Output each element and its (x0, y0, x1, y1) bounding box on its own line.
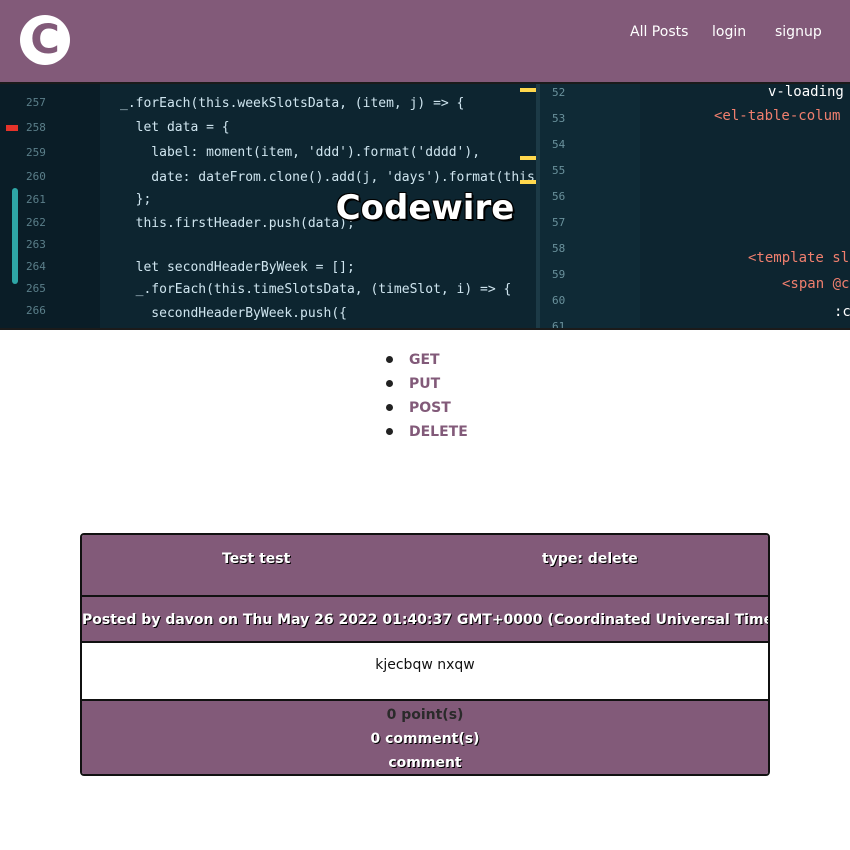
line-number: 58 (552, 242, 566, 255)
code-line: _.forEach(this.weekSlotsData, (item, j) … (120, 96, 465, 111)
line-number: 60 (552, 294, 566, 307)
logo[interactable]: C (20, 15, 70, 65)
nav-login-link[interactable]: login (712, 24, 746, 40)
method-put-link[interactable]: PUT (385, 374, 468, 398)
code-line: v-loading (768, 84, 844, 100)
line-number: 264 (26, 260, 46, 273)
post-header: Test test type: delete (82, 535, 768, 597)
code-line: secondHeaderByWeek.push({ (120, 306, 347, 321)
line-number: 53 (552, 112, 566, 125)
minimap-highlight (520, 156, 536, 160)
code-line: _.forEach(this.timeSlotsData, (timeSlot,… (120, 282, 512, 297)
nav-all-posts-link[interactable]: All Posts (630, 24, 688, 40)
code-line: :c (834, 304, 850, 320)
line-number: 54 (552, 138, 566, 151)
code-line: <template sl (748, 250, 850, 266)
comment-button[interactable]: comment (82, 751, 768, 774)
post-comment-count: 0 comment(s) (370, 731, 480, 747)
post-body: kjecbqw nxqw (82, 643, 768, 701)
post-footer: 0 point(s) 0 comment(s) comment (82, 701, 768, 774)
navbar: C All Posts login signup (0, 0, 850, 84)
code-line: let secondHeaderByWeek = []; (120, 260, 355, 275)
method-get-link[interactable]: GET (385, 350, 468, 374)
line-number: 59 (552, 268, 566, 281)
code-line: label: moment(item, 'ddd').format('dddd'… (120, 145, 481, 160)
nav-signup-link[interactable]: signup (775, 24, 822, 40)
post-points: 0 point(s) (386, 707, 464, 723)
code-line: date: dateFrom.clone().add(j, 'days').fo… (120, 170, 543, 185)
post-title: Test test (222, 551, 291, 567)
code-line: <span @c (782, 276, 850, 292)
line-number: 55 (552, 164, 566, 177)
minimap-highlight (520, 180, 536, 184)
line-number: 258 (26, 121, 46, 134)
post-meta: Posted by davon on Thu May 26 2022 01:40… (82, 597, 768, 643)
code-line: <el-table-colum (714, 108, 841, 124)
hero-banner: 257 258 259 260 261 262 263 264 265 266 … (0, 84, 850, 330)
site-title: Codewire (335, 188, 515, 228)
line-number: 257 (26, 96, 46, 109)
post-type: type: delete (542, 551, 638, 567)
line-number: 259 (26, 146, 46, 159)
line-number: 265 (26, 282, 46, 295)
method-delete-link[interactable]: DELETE (385, 422, 468, 446)
line-number: 266 (26, 304, 46, 317)
error-marker (6, 125, 18, 131)
minimap-highlight (520, 88, 536, 92)
line-number: 52 (552, 86, 566, 99)
logo-letter: C (30, 17, 60, 63)
line-number: 61 (552, 320, 566, 330)
post-card: Test test type: delete Posted by davon o… (80, 533, 770, 776)
method-post-link[interactable]: POST (385, 398, 468, 422)
line-number: 263 (26, 238, 46, 251)
method-list: GET PUT POST DELETE (385, 350, 468, 446)
code-line: let data = { (120, 120, 230, 135)
line-number: 260 (26, 170, 46, 183)
